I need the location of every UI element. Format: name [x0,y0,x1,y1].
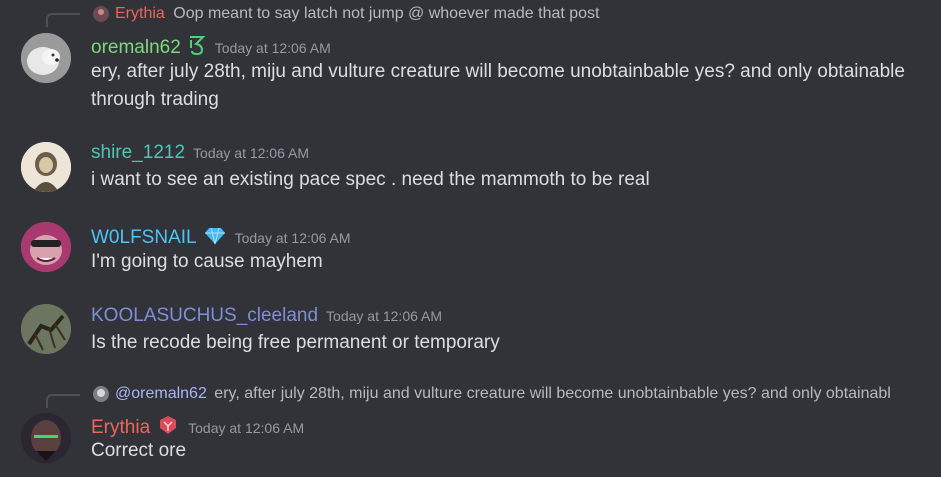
green-symbol-icon [187,34,207,61]
avatar[interactable] [21,222,71,272]
timestamp[interactable]: Today at 12:06 AM [326,308,442,324]
reply-connector [46,13,80,27]
message-header: W0LFSNAIL Today at 12:06 AM [91,224,351,251]
avatar[interactable] [21,33,71,83]
reply-snippet: Oop meant to say latch not jump @ whoeve… [173,5,600,22]
diamond-icon [203,224,227,251]
username[interactable]: W0LFSNAIL [91,227,197,249]
timestamp[interactable]: Today at 12:06 AM [235,230,351,246]
message-header: KOOLASUCHUS_cleeland Today at 12:06 AM [91,305,442,327]
reply-snippet: ery, after july 28th, miju and vulture c… [214,385,891,402]
timestamp[interactable]: Today at 12:06 AM [215,40,331,56]
reply-preview-top[interactable]: Erythia Oop meant to say latch not jump … [115,4,935,24]
message-text: Is the recode being free permanent or te… [91,332,500,353]
username[interactable]: oremaln62 [91,37,181,59]
timestamp[interactable]: Today at 12:06 AM [188,420,304,436]
avatar[interactable] [21,413,71,463]
username[interactable]: shire_1212 [91,142,185,164]
reply-avatar[interactable] [93,6,109,22]
message-text: Correct ore [91,440,187,461]
timestamp[interactable]: Today at 12:06 AM [193,145,309,161]
message-text: I'm going to cause mayhem [91,251,323,272]
avatar[interactable] [21,304,71,354]
message-text: i want to see an existing pace spec . ne… [91,169,650,190]
message-text: ery, after july 28th, miju and vulture c… [91,61,905,110]
reply-author[interactable]: Erythia [115,5,165,22]
message-header: shire_1212 Today at 12:06 AM [91,142,309,164]
avatar[interactable] [21,142,71,192]
message-header: oremaln62 Today at 12:06 AM [91,34,331,61]
username[interactable]: Erythia [91,417,150,439]
reply-avatar[interactable] [93,386,109,402]
reply-preview-bottom[interactable]: @oremaln62 ery, after july 28th, miju an… [115,384,930,404]
username[interactable]: KOOLASUCHUS_cleeland [91,305,318,327]
reply-connector [46,394,80,408]
reply-mention[interactable]: @oremaln62 [115,385,207,402]
